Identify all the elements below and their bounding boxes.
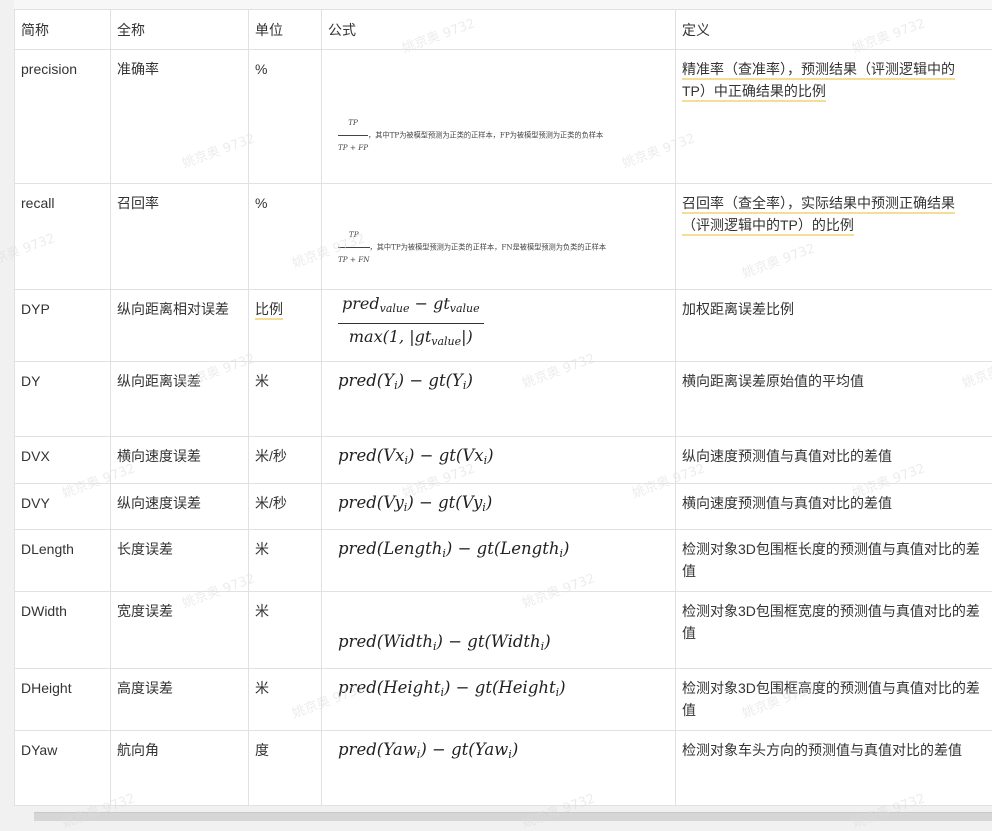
table-row: DVX 横向速度误差 米/秒 pred(Vxi) − gt(Vxi) 纵向速度预… (15, 437, 992, 484)
cell-definition: 纵向速度预测值与真值对比的差值 (676, 437, 992, 484)
table-row: DYP 纵向距离相对误差 比例 predvalue − gtvalue max(… (15, 290, 992, 362)
cell-short: precision (15, 50, 111, 184)
cell-formula: pred(Vyi) − gt(Vyi) (322, 484, 676, 530)
cell-formula: pred(Yi) − gt(Yi) (322, 362, 676, 437)
cell-formula: pred(Lengthi) − gt(Lengthi) (322, 530, 676, 592)
cell-definition: 横向距离误差原始值的平均值 (676, 362, 992, 437)
cell-full: 纵向距离相对误差 (111, 290, 249, 362)
cell-definition: 横向速度预测值与真值对比的差值 (676, 484, 992, 530)
cell-definition: 检测对象3D包围框长度的预测值与真值对比的差值 (676, 530, 992, 592)
cell-unit: 米 (249, 592, 322, 669)
header-definition: 定义 (676, 10, 992, 50)
dyaw-formula: pred(Yawi) − gt(Yawi) (328, 740, 518, 759)
table-row: DVY 纵向速度误差 米/秒 pred(Vyi) − gt(Vyi) 横向速度预… (15, 484, 992, 530)
cell-short: DWidth (15, 592, 111, 669)
cell-unit: 米 (249, 669, 322, 731)
cell-definition: 精准率（查准率），预测结果（评测逻辑中的 TP）中正确结果的比例 (676, 50, 992, 184)
cell-definition: 检测对象车头方向的预测值与真值对比的差值 (676, 731, 992, 806)
cell-formula: TP TP + FN ，其中TP为被模型预测为正类的正样本，FN是被模型预测为负… (322, 184, 676, 290)
cell-full: 纵向距离误差 (111, 362, 249, 437)
header-formula: 公式 (322, 10, 676, 50)
header-full: 全称 (111, 10, 249, 50)
cell-unit: 米 (249, 362, 322, 437)
recall-formula: TP TP + FN ，其中TP为被模型预测为正类的正样本，FN是被模型预测为负… (338, 224, 606, 271)
cell-short: DLength (15, 530, 111, 592)
precision-fraction: TP TP + FP (338, 112, 368, 159)
cell-short: recall (15, 184, 111, 290)
cell-full: 横向速度误差 (111, 437, 249, 484)
header-unit: 单位 (249, 10, 322, 50)
dvy-formula: pred(Vyi) − gt(Vyi) (328, 493, 492, 512)
precision-formula: TP TP + FP ，其中TP为被模型预测为正类的正样本，FP为被模型预测为正… (338, 112, 603, 159)
dvx-formula: pred(Vxi) − gt(Vxi) (328, 446, 494, 465)
cell-formula: pred(Widthi) − gt(Widthi) (322, 592, 676, 669)
cell-short: DHeight (15, 669, 111, 731)
header-row: 简称 全称 单位 公式 定义 (15, 10, 992, 50)
table-row: DYaw 航向角 度 pred(Yawi) − gt(Yawi) 检测对象车头方… (15, 731, 992, 806)
dwidth-formula: pred(Widthi) − gt(Widthi) (328, 632, 551, 651)
table-row: precision 准确率 % TP TP + FP ，其中TP为被模型预测为正… (15, 50, 992, 184)
cell-formula: predvalue − gtvalue max(1, |gtvalue|) (322, 290, 676, 362)
top-gap (14, 0, 992, 9)
cell-formula: pred(Heighti) − gt(Heighti) (322, 669, 676, 731)
cell-short: DYaw (15, 731, 111, 806)
recall-fraction: TP TP + FN (338, 224, 370, 271)
cell-unit: % (249, 50, 322, 184)
dyp-formula: predvalue − gtvalue max(1, |gtvalue|) (338, 293, 484, 353)
cell-full: 航向角 (111, 731, 249, 806)
header-short: 简称 (15, 10, 111, 50)
cell-short: DYP (15, 290, 111, 362)
cell-unit: 米 (249, 530, 322, 592)
table-row: recall 召回率 % TP TP + FN ，其中TP为被模型预测为正类的正… (15, 184, 992, 290)
cell-full: 准确率 (111, 50, 249, 184)
cell-full: 高度误差 (111, 669, 249, 731)
cell-short: DVY (15, 484, 111, 530)
cell-full: 宽度误差 (111, 592, 249, 669)
cell-full: 召回率 (111, 184, 249, 290)
cell-full: 纵向速度误差 (111, 484, 249, 530)
cell-full: 长度误差 (111, 530, 249, 592)
cell-unit: 比例 (249, 290, 322, 362)
dy-formula: pred(Yi) − gt(Yi) (328, 371, 473, 390)
table-row: DWidth 宽度误差 米 pred(Widthi) − gt(Widthi) … (15, 592, 992, 669)
cell-formula: pred(Vxi) − gt(Vxi) (322, 437, 676, 484)
cell-unit: 度 (249, 731, 322, 806)
cell-definition: 检测对象3D包围框高度的预测值与真值对比的差值 (676, 669, 992, 731)
cell-definition: 检测对象3D包围框宽度的预测值与真值对比的差值 (676, 592, 992, 669)
table-row: DY 纵向距离误差 米 pred(Yi) − gt(Yi) 横向距离误差原始值的… (15, 362, 992, 437)
cell-unit: 米/秒 (249, 484, 322, 530)
table-row: DHeight 高度误差 米 pred(Heighti) − gt(Height… (15, 669, 992, 731)
cell-unit: 米/秒 (249, 437, 322, 484)
dlength-formula: pred(Lengthi) − gt(Lengthi) (328, 539, 569, 558)
dheight-formula: pred(Heighti) − gt(Heighti) (328, 678, 566, 697)
cell-definition: 召回率（查全率），实际结果中预测正确结果 （评测逻辑中的TP）的比例 (676, 184, 992, 290)
cell-unit: % (249, 184, 322, 290)
cell-formula: pred(Yawi) − gt(Yawi) (322, 731, 676, 806)
cell-definition: 加权距离误差比例 (676, 290, 992, 362)
cell-short: DVX (15, 437, 111, 484)
cell-short: DY (15, 362, 111, 437)
table-row: DLength 长度误差 米 pred(Lengthi) − gt(Length… (15, 530, 992, 592)
cell-formula: TP TP + FP ，其中TP为被模型预测为正类的正样本，FP为被模型预测为正… (322, 50, 676, 184)
metrics-table: 简称 全称 单位 公式 定义 precision 准确率 % TP TP + F… (14, 9, 992, 806)
